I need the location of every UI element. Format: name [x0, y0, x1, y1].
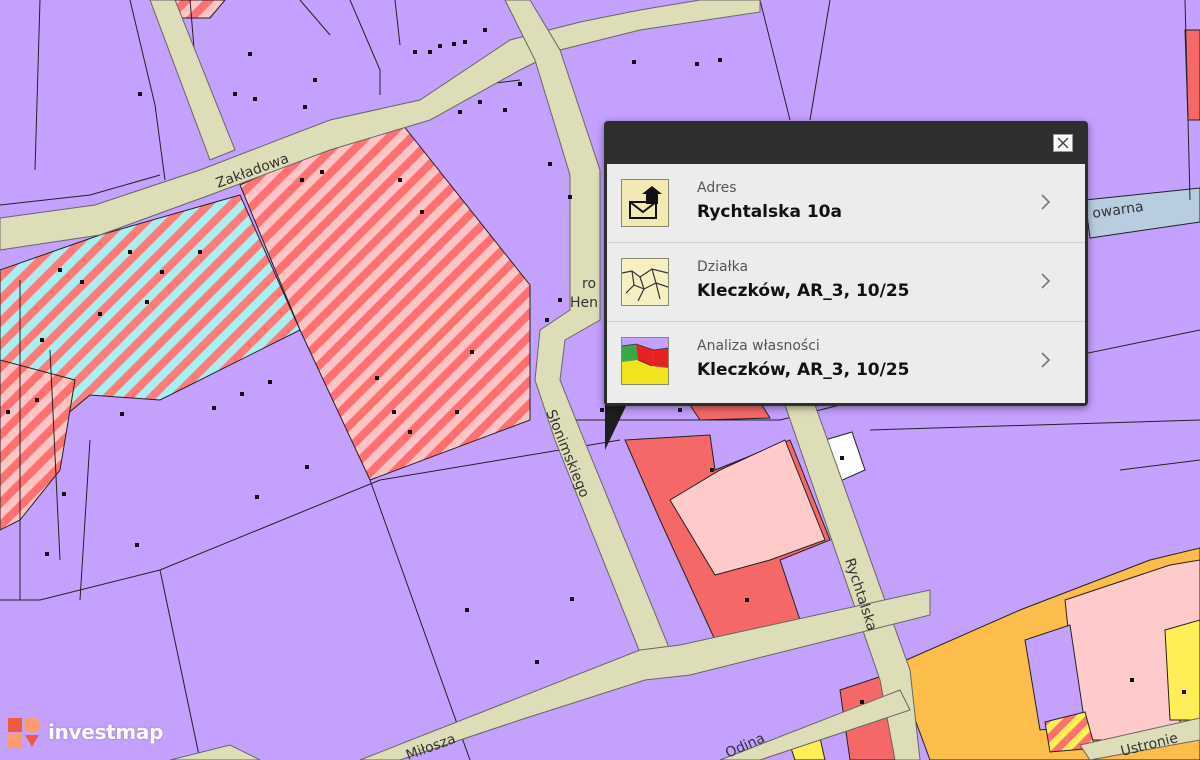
chevron-right-icon[interactable]	[1039, 192, 1053, 212]
street-label-partial-2: Hen	[570, 295, 598, 311]
address-label: Adres	[697, 180, 737, 196]
parcel-map-icon	[621, 258, 669, 306]
parcel-value: Kleczków, AR_3, 10/25	[697, 281, 910, 301]
chevron-right-icon[interactable]	[1039, 350, 1053, 370]
ownership-value: Kleczków, AR_3, 10/25	[697, 360, 910, 380]
popup-row-ownership[interactable]: Analiza własności Kleczków, AR_3, 10/25	[607, 322, 1085, 403]
info-popup: Adres Rychtalska 10a Działka Kleczków, A…	[604, 121, 1088, 406]
close-icon[interactable]	[1053, 134, 1073, 152]
street-label-partial-1: ro	[582, 276, 596, 292]
chevron-right-icon[interactable]	[1039, 271, 1053, 291]
popup-row-parcel[interactable]: Działka Kleczków, AR_3, 10/25	[607, 243, 1085, 322]
ownership-label: Analiza własności	[697, 338, 820, 354]
popup-body: Adres Rychtalska 10a Działka Kleczków, A…	[607, 164, 1085, 403]
popup-pointer	[605, 404, 627, 450]
investmap-logo[interactable]: investmap	[8, 716, 163, 748]
address-value: Rychtalska 10a	[697, 202, 842, 222]
investmap-logo-icon	[8, 717, 40, 748]
parcel-label: Działka	[697, 259, 749, 275]
popup-row-address[interactable]: Adres Rychtalska 10a	[607, 164, 1085, 243]
address-envelope-icon	[621, 179, 669, 227]
industrial-yellow	[1164, 619, 1200, 721]
ownership-map-icon	[621, 337, 669, 385]
investmap-logo-text: investmap	[48, 720, 164, 744]
